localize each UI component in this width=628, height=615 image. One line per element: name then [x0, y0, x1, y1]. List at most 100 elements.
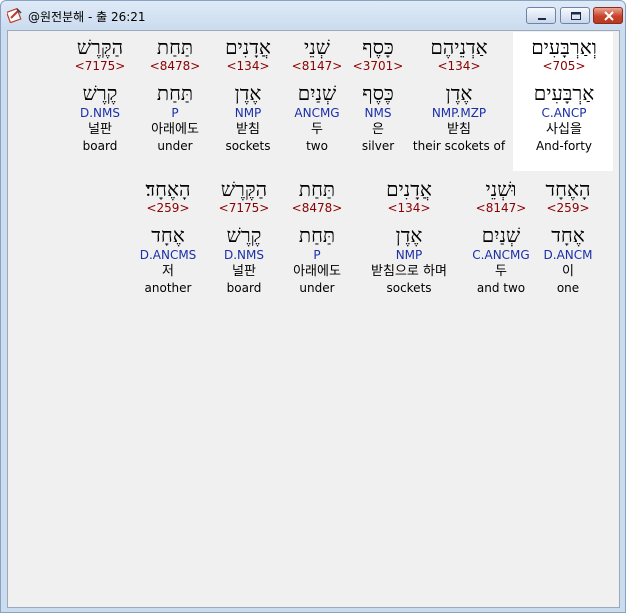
word-column[interactable]: הָאֶחָד׃ <259> אֶחָד D.ANCMS 저 another — [140, 177, 197, 295]
morphology-code: NMP — [395, 248, 423, 262]
lemma-word: כֶּסֶף — [362, 81, 394, 105]
strong-number: <8147> — [475, 201, 527, 215]
korean-gloss: 널판 — [232, 264, 256, 279]
lemma-word: קֶרֶשׁ — [82, 81, 118, 105]
strong-number: <134> — [387, 201, 431, 215]
word-column[interactable]: אֲדָנִים <134> אֶדֶן NMP 받침 sockets — [225, 35, 271, 153]
morphology-code: NMS — [364, 106, 392, 120]
lemma-word: שְׁנַיִם — [481, 223, 521, 247]
korean-gloss: 사십을 — [546, 122, 582, 137]
hebrew-word: הַקֶּרֶשׁ — [76, 35, 124, 59]
strong-number: <8478> — [291, 201, 343, 215]
hebrew-word: הָאֶחָד — [545, 177, 591, 201]
english-gloss: and two — [476, 281, 526, 295]
morphology-code: C.ANCMG — [472, 248, 530, 262]
close-button[interactable] — [593, 7, 623, 24]
hebrew-word: תַּחַת — [298, 177, 336, 201]
word-column[interactable]: הַקֶּרֶשׁ <7175> קֶרֶשׁ D.NMS 널판 board — [219, 177, 270, 295]
korean-gloss: 널판 — [88, 122, 112, 137]
hebrew-word: אֲדָנִים — [225, 35, 271, 59]
english-gloss: two — [306, 139, 328, 153]
korean-gloss: 저 — [162, 264, 174, 279]
morphology-code: C.ANCP — [541, 106, 587, 120]
lemma-word: שְׁנַיִם — [297, 81, 337, 105]
strong-number: <7175> — [74, 59, 126, 73]
minimize-button[interactable] — [526, 7, 556, 24]
korean-gloss: 은 — [372, 122, 384, 137]
word-column[interactable]: שְׁנֵי <8147> שְׁנַיִם ANCMG 두 two — [292, 35, 343, 153]
app-icon — [7, 7, 22, 23]
english-gloss: board — [82, 139, 118, 153]
hebrew-word: אַדְנֵיהֶם — [430, 35, 488, 59]
english-gloss: And-forty — [535, 139, 593, 153]
lemma-word: אֶחָד — [551, 223, 585, 247]
interlinear-view[interactable]: וְאַרְבָּעִים <705> אַרְבָּעִים C.ANCP 사… — [7, 30, 620, 608]
english-gloss: one — [556, 281, 580, 295]
word-column[interactable]: וְאַרְבָּעִים <705> אַרְבָּעִים C.ANCP 사… — [531, 35, 597, 153]
korean-gloss: 받침 — [236, 122, 260, 137]
hebrew-word: שְׁנֵי — [304, 35, 330, 59]
strong-number: <134> — [226, 59, 270, 73]
morphology-code: D.NMS — [79, 106, 120, 120]
korean-gloss: 두 — [311, 122, 323, 137]
strong-number: <705> — [542, 59, 586, 73]
hebrew-word: תַּחַת — [156, 35, 194, 59]
hebrew-word: כָּסֶף — [362, 35, 394, 59]
hebrew-word: וְאַרְבָּעִים — [531, 35, 597, 59]
morphology-code: ANCMG — [294, 106, 340, 120]
morphology-code: D.NMS — [223, 248, 264, 262]
morphology-code: NMP — [234, 106, 262, 120]
lemma-word: אֶדֶן — [395, 223, 423, 247]
word-column[interactable]: אַדְנֵיהֶם <134> אֶדֶן NMP.MZP 받침 their … — [413, 35, 505, 153]
maximize-button[interactable] — [560, 7, 590, 24]
lemma-word: אֶדֶן — [445, 81, 473, 105]
english-gloss: silver — [361, 139, 395, 153]
lemma-word: קֶרֶשׁ — [226, 223, 262, 247]
strong-number: <134> — [437, 59, 481, 73]
app-window: @원전분해 - 출 26:21 וְאַרְבָּעִים <705> אַרְ… — [0, 0, 626, 613]
strong-number: <3701> — [352, 59, 404, 73]
word-column[interactable]: הַקֶּרֶשׁ <7175> קֶרֶשׁ D.NMS 널판 board — [75, 35, 126, 153]
korean-gloss: 두 — [495, 264, 507, 279]
strong-number: <8147> — [291, 59, 343, 73]
word-column[interactable]: אֲדָנִים <134> אֶדֶן NMP 받침으로 하며 sockets — [371, 177, 447, 295]
hebrew-word: הַקֶּרֶשׁ — [220, 177, 268, 201]
korean-gloss: 아래에도 — [151, 122, 199, 137]
lemma-word: תַּחַת — [298, 223, 336, 247]
lemma-word: אֶחָד — [151, 223, 185, 247]
korean-gloss: 이 — [562, 264, 574, 279]
korean-gloss: 받침 — [447, 122, 471, 137]
morphology-code: P — [171, 106, 179, 120]
hebrew-word: וּשְׁנֵי — [485, 177, 517, 201]
word-column[interactable]: תַּחַת <8478> תַּחַת P 아래에도 under — [150, 35, 201, 153]
word-column[interactable]: וּשְׁנֵי <8147> שְׁנַיִם C.ANCMG 두 and t… — [472, 177, 529, 295]
word-column[interactable]: תַּחַת <8478> תַּחַת P 아래에도 under — [292, 177, 343, 295]
english-gloss: another — [144, 281, 192, 295]
lemma-word: אֶדֶן — [234, 81, 262, 105]
strong-number: <259> — [146, 201, 190, 215]
morphology-code: P — [313, 248, 321, 262]
english-gloss: under — [157, 139, 193, 153]
word-column[interactable]: הָאֶחָד <259> אֶחָד D.ANCM 이 one — [544, 177, 593, 295]
minimize-icon — [538, 18, 546, 20]
strong-number: <8478> — [149, 59, 201, 73]
lemma-word: תַּחַת — [156, 81, 194, 105]
morphology-code: D.ANCMS — [139, 248, 197, 262]
strong-number: <259> — [546, 201, 590, 215]
word-column[interactable]: כָּסֶף <3701> כֶּסֶף NMS 은 silver — [353, 35, 404, 153]
korean-gloss: 아래에도 — [293, 264, 341, 279]
korean-gloss: 받침으로 하며 — [371, 264, 447, 279]
window-title: @원전분해 - 출 26:21 — [28, 10, 146, 24]
english-gloss: board — [226, 281, 262, 295]
english-gloss: their scokets of — [412, 139, 506, 153]
hebrew-word: אֲדָנִים — [386, 177, 432, 201]
hebrew-word: הָאֶחָד׃ — [145, 177, 191, 201]
english-gloss: sockets — [225, 139, 271, 153]
english-gloss: under — [299, 281, 335, 295]
english-gloss: sockets — [386, 281, 432, 295]
lemma-word: אַרְבָּעִים — [533, 81, 595, 105]
close-icon — [604, 11, 614, 21]
maximize-icon — [571, 12, 581, 20]
strong-number: <7175> — [218, 201, 270, 215]
title-bar[interactable]: @원전분해 - 출 26:21 — [1, 1, 625, 29]
